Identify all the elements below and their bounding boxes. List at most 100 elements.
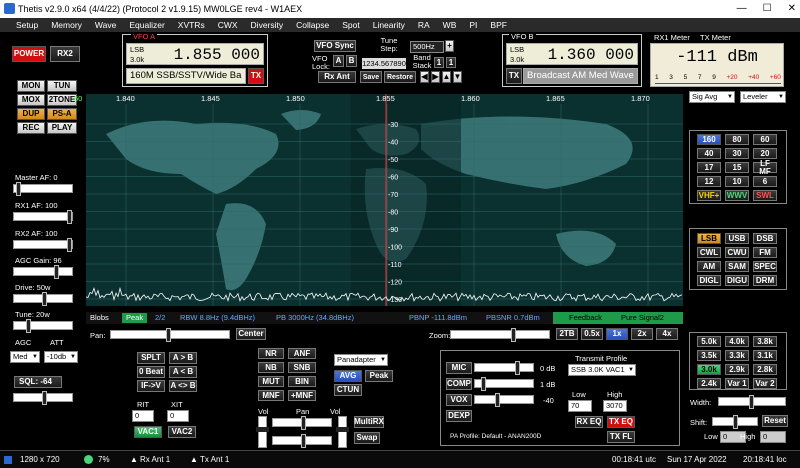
vfo-a-frequency[interactable]: 1.855 000 [174, 46, 260, 64]
vac2-button[interactable]: VAC2 [168, 426, 196, 438]
close-button[interactable]: ✕ [788, 0, 796, 18]
filter-high-input[interactable]: 0 [760, 431, 786, 443]
menu-wb[interactable]: WB [443, 18, 457, 32]
band-button-40[interactable]: 40 [697, 148, 721, 159]
band-stack-value[interactable]: 1 [446, 57, 456, 68]
rit-value[interactable]: 0 [132, 410, 154, 422]
2tone-button[interactable]: 2TONE [47, 94, 77, 106]
filter-button-3-8k[interactable]: 3.8k [753, 336, 777, 347]
band-button-20[interactable]: 20 [753, 148, 777, 159]
band-button-60[interactable]: 60 [753, 134, 777, 145]
band-button-6[interactable]: 6 [753, 176, 777, 187]
vfo-sync-button[interactable]: VFO Sync [314, 40, 356, 52]
b-to-a-button[interactable]: A < B [169, 366, 197, 378]
dexp-button[interactable]: DEXP [446, 410, 472, 422]
menu-ra[interactable]: RA [418, 18, 430, 32]
tune-step-value[interactable]: 500Hz [410, 41, 444, 53]
band-button-17[interactable]: 17 [697, 162, 721, 173]
tx-eq-button[interactable]: TX EQ [607, 416, 635, 428]
menu-spot[interactable]: Spot [342, 18, 360, 32]
zoom-2tb-button[interactable]: 2TB [556, 328, 578, 340]
att-select[interactable]: -10db [44, 351, 78, 363]
band-button-12[interactable]: 12 [697, 176, 721, 187]
agc-gain-slider[interactable] [13, 265, 73, 279]
comp-button[interactable]: COMP [446, 378, 472, 390]
menu-memory[interactable]: Memory [51, 18, 82, 32]
panadapter-display[interactable]: -30 -40 -50 -60 -70 -80 -90 -100 -110 -120 -130 [86, 94, 683, 306]
snb-button[interactable]: SNB [288, 362, 316, 373]
band-button-lf-mf[interactable]: LF MF [753, 159, 777, 175]
band-button-160[interactable]: 160 [697, 134, 721, 145]
filter-button-5-0k[interactable]: 5.0k [697, 336, 721, 347]
pan-slider[interactable] [110, 328, 230, 342]
rx-eq-button[interactable]: RX EQ [575, 416, 603, 428]
nr-button[interactable]: NR [258, 348, 284, 359]
band-button-vhf-[interactable]: VHF+ [697, 190, 721, 201]
drive-slider[interactable] [13, 292, 73, 306]
filter-button-var-1[interactable]: Var 1 [725, 378, 749, 389]
rx-meter-mode-select[interactable]: Sig Avg [689, 91, 735, 103]
mode-button-drm[interactable]: DRM [753, 275, 777, 286]
maximize-button[interactable]: ☐ [763, 0, 772, 18]
filter-button-var-2[interactable]: Var 2 [753, 378, 777, 389]
tun-button[interactable]: TUN [47, 80, 77, 92]
zero-beat-button[interactable]: 0 Beat [137, 366, 165, 378]
vfo-a-tx-button[interactable]: TX [248, 68, 264, 84]
mode-button-digu[interactable]: DIGU [725, 275, 749, 286]
zoom-0-5x-button[interactable]: 0.5x [581, 328, 603, 340]
mode-button-sam[interactable]: SAM [725, 261, 749, 272]
sql-slider[interactable] [13, 391, 73, 405]
rx2-button[interactable]: RX2 [50, 46, 80, 62]
zoom-2x-button[interactable]: 2x [631, 328, 653, 340]
vfo-b-display[interactable]: LSB 3.0k 1.360 000 [506, 43, 638, 65]
agc-select[interactable]: Med [10, 351, 40, 363]
filter-button-4-0k[interactable]: 4.0k [725, 336, 749, 347]
swap-button[interactable]: Swap [354, 432, 380, 444]
tx-high-input[interactable]: 3070 [603, 400, 627, 412]
vfo-lock-a-button[interactable]: A [333, 55, 344, 67]
menu-bpf[interactable]: BPF [490, 18, 507, 32]
menu-wave[interactable]: Wave [95, 18, 116, 32]
save-button[interactable]: Save [360, 71, 382, 83]
center-button[interactable]: Center [236, 328, 266, 340]
vox-slider[interactable] [474, 393, 534, 407]
filter-button-3-3k[interactable]: 3.3k [725, 350, 749, 361]
mode-button-spec[interactable]: SPEC [753, 261, 777, 272]
mode-button-fm[interactable]: FM [753, 247, 777, 258]
mode-button-dsb[interactable]: DSB [753, 233, 777, 244]
xit-value[interactable]: 0 [167, 410, 189, 422]
mic-button[interactable]: MIC [446, 362, 472, 374]
mode-button-am[interactable]: AM [697, 261, 721, 272]
power-button[interactable]: POWER [12, 46, 46, 62]
mode-button-lsb[interactable]: LSB [697, 233, 721, 244]
vfo-lock-b-button[interactable]: B [346, 55, 357, 67]
sql-button[interactable]: SQL: -64 [14, 376, 62, 388]
mnf-button[interactable]: MNF [258, 390, 284, 401]
tx-meter-mode-select[interactable]: Leveler [740, 91, 786, 103]
vfo-b-frequency[interactable]: 1.360 000 [548, 46, 634, 64]
mode-button-usb[interactable]: USB [725, 233, 749, 244]
master-af-slider[interactable] [13, 182, 73, 196]
vfo-b-tx-button[interactable]: TX [506, 68, 522, 84]
comp-slider[interactable] [474, 377, 534, 391]
menu-setup[interactable]: Setup [16, 18, 38, 32]
mon-button[interactable]: MON [17, 80, 45, 92]
zoom-4x-button[interactable]: 4x [656, 328, 678, 340]
rit-label[interactable]: RIT [137, 400, 149, 409]
tx-low-input[interactable]: 70 [568, 400, 592, 412]
band-button-80[interactable]: 80 [725, 134, 749, 145]
band-button-15[interactable]: 15 [725, 162, 749, 173]
filter-button-2-8k[interactable]: 2.8k [753, 364, 777, 375]
play-button[interactable]: PLAY [47, 122, 77, 134]
zoom-1x-button[interactable]: 1x [606, 328, 628, 340]
filter-button-3-5k[interactable]: 3.5k [697, 350, 721, 361]
menu-collapse[interactable]: Collapse [296, 18, 329, 32]
band-next-icon[interactable]: ▶ [431, 71, 440, 83]
band-prev-icon[interactable]: ◀ [420, 71, 429, 83]
rx2-pan-slider[interactable] [272, 434, 332, 448]
filter-button-3-0k[interactable]: 3.0k [697, 364, 721, 375]
band-button-10[interactable]: 10 [725, 176, 749, 187]
vfo-a-display[interactable]: LSB 3.0k 1.855 000 [126, 43, 264, 65]
peak-button[interactable]: Peak [122, 313, 148, 323]
menu-cwx[interactable]: CWX [218, 18, 238, 32]
